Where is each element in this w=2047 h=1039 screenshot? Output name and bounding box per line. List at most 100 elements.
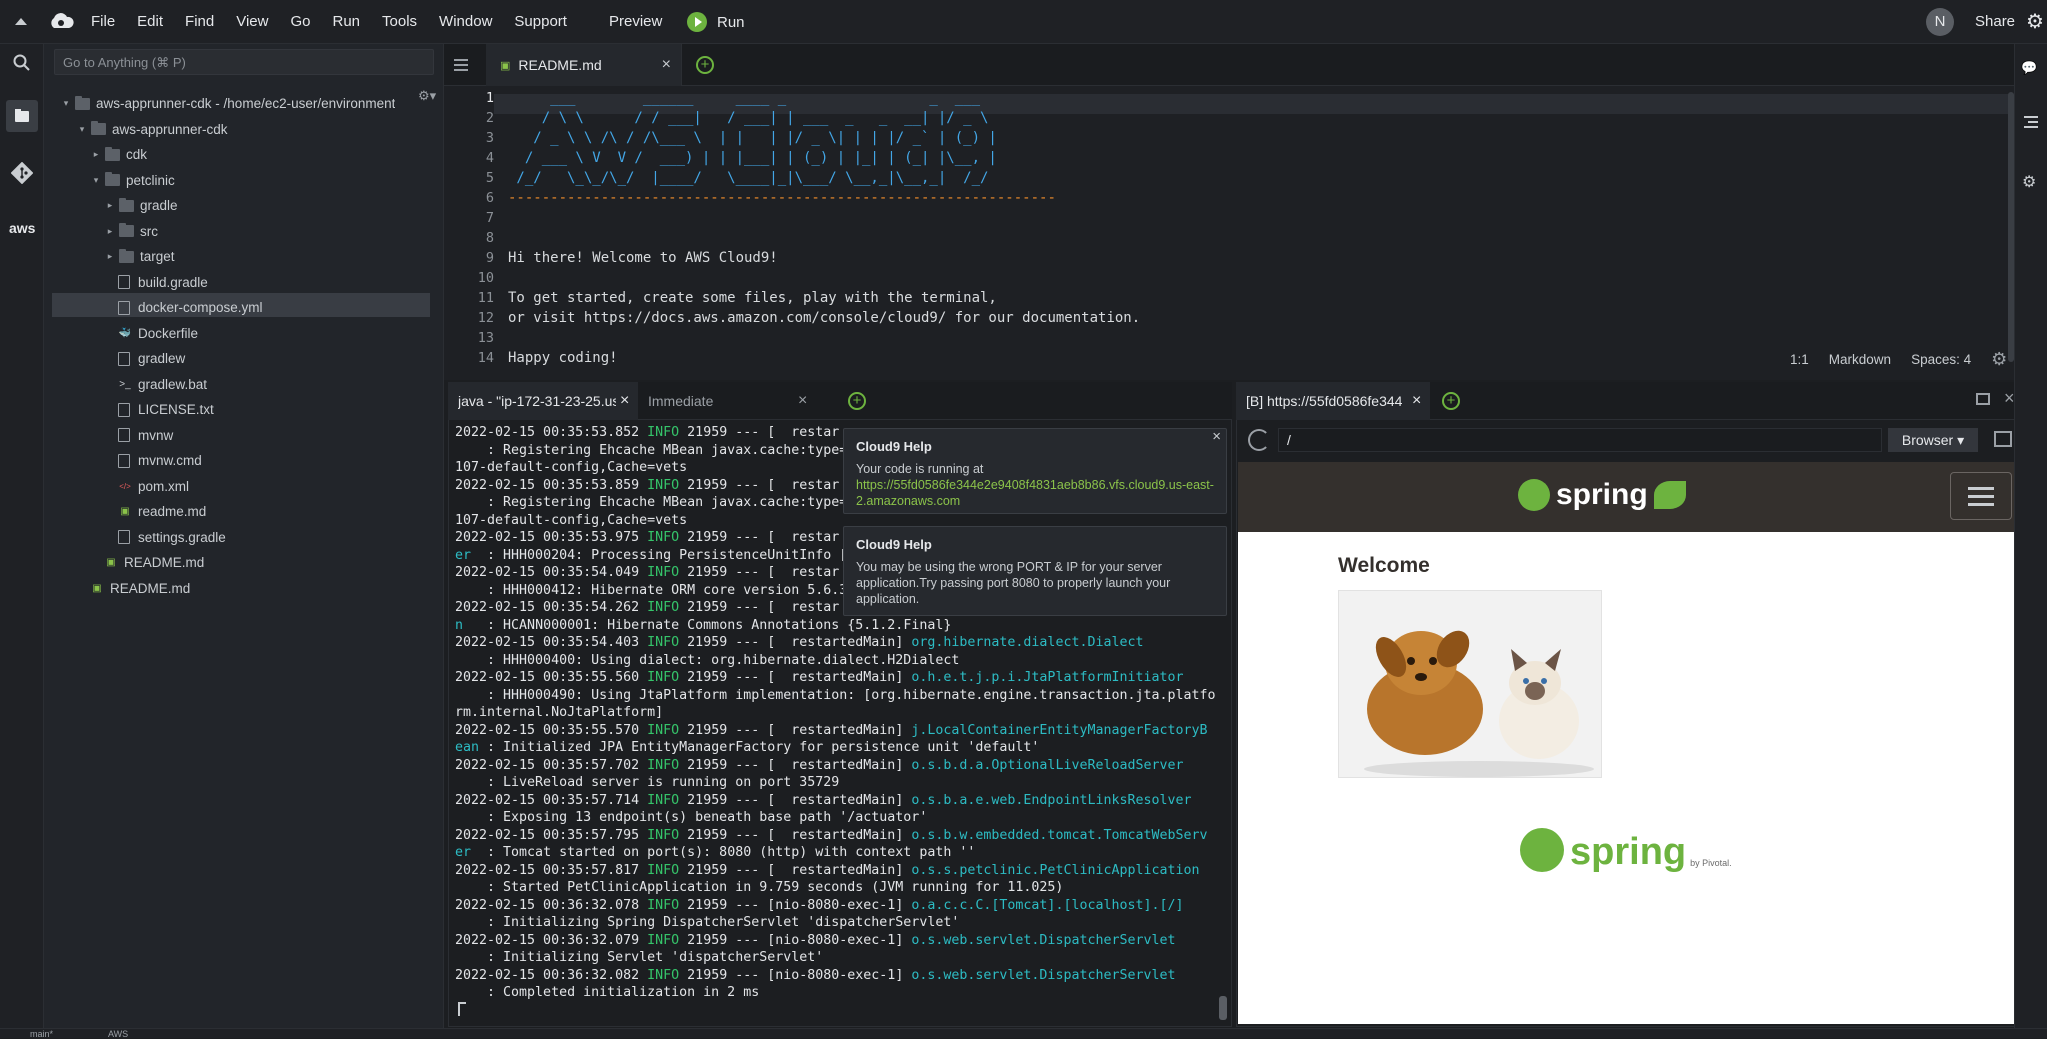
search-icon[interactable] — [13, 54, 31, 77]
tree-item[interactable]: ▾ aws-apprunner-cdk — [76, 117, 228, 142]
menu-window[interactable]: Window — [439, 13, 492, 30]
maximize-icon[interactable] — [1976, 393, 1990, 405]
spring-logo[interactable]: spring — [1518, 478, 1686, 512]
collaborate-icon[interactable]: 💬 — [2021, 60, 2037, 76]
terminal-log-line: 2022-02-15 00:35:57.714 INFO 21959 --- [… — [455, 792, 1215, 810]
tree-item[interactable]: ▸ cdk — [90, 142, 147, 167]
preview-button[interactable]: Preview — [609, 13, 662, 30]
share-button[interactable]: Share — [1975, 13, 2015, 30]
tree-item[interactable]: ▸ gradle — [104, 193, 178, 218]
chevron-right-icon[interactable]: ▸ — [104, 200, 116, 211]
log-class: o.a.c.c.C.[Tomcat].[localhost].[/] — [911, 897, 1184, 913]
cursor-position[interactable]: 1:1 — [1790, 352, 1809, 367]
chevron-right-icon[interactable]: ▸ — [104, 226, 116, 237]
environment-icon[interactable] — [6, 100, 38, 132]
menu-support[interactable]: Support — [514, 13, 567, 30]
tree-item[interactable]: settings.gradle — [104, 525, 226, 550]
tree-settings-gear-icon[interactable]: ⚙▾ — [418, 88, 436, 104]
refresh-icon[interactable] — [1248, 429, 1270, 451]
cloud9-logo-icon[interactable] — [48, 12, 74, 30]
avatar[interactable]: N — [1926, 8, 1954, 36]
menu-edit[interactable]: Edit — [137, 13, 163, 30]
run-button[interactable]: Run — [687, 12, 767, 32]
tree-item[interactable]: ▸ src — [104, 219, 158, 244]
tree-item[interactable]: docker-compose.yml — [104, 295, 263, 320]
log-class-continuation: er — [455, 845, 472, 860]
tab-readme[interactable]: ▣ README.md × — [486, 44, 682, 86]
close-tab-icon[interactable]: × — [798, 392, 807, 410]
chevron-down-icon[interactable]: ▾ — [60, 98, 72, 109]
close-tab-icon[interactable]: × — [620, 392, 629, 410]
terminal-scrollbar[interactable] — [1219, 996, 1227, 1020]
log-timestamp: 2022-02-15 00:35:57.817 — [455, 862, 640, 878]
navbar-toggle-button[interactable] — [1950, 472, 2012, 520]
debugger-icon[interactable]: ⚙ — [2022, 172, 2036, 192]
gear-icon[interactable]: ⚙ — [2026, 12, 2044, 32]
indent-setting[interactable]: Spaces: 4 — [1911, 352, 1971, 367]
tree-item[interactable]: ▣ README.md — [90, 550, 204, 575]
folder-icon — [105, 172, 120, 186]
tree-item[interactable]: </> pom.xml — [104, 474, 189, 499]
source-control-icon[interactable] — [10, 161, 34, 189]
editor-settings-gear-icon[interactable]: ⚙ — [1991, 349, 2007, 370]
chevron-down-icon[interactable]: ▾ — [76, 124, 88, 135]
chevron-right-icon[interactable]: ▸ — [90, 149, 102, 160]
pop-out-icon[interactable] — [1994, 431, 2012, 447]
tab-browser[interactable]: [B] https://55fd0586fe344 × — [1236, 382, 1430, 420]
chevron-right-icon[interactable]: ▸ — [104, 251, 116, 262]
help-title: Cloud9 Help — [856, 439, 932, 454]
tree-item-label: cdk — [126, 147, 148, 162]
menu-lines-icon[interactable] — [454, 59, 468, 71]
by-pivotal-text: by Pivotal. — [1690, 858, 1732, 868]
app-url-link[interactable]: https://55fd0586fe344e2e9408f4831aeb8b86… — [856, 478, 1214, 508]
chevron-down-icon[interactable]: ▾ — [90, 175, 102, 186]
close-popup-icon[interactable]: × — [1212, 429, 1221, 445]
tab-terminal-java[interactable]: java - "ip-172-31-23-25.us × — [448, 382, 638, 420]
tree-item[interactable]: >_ gradlew.bat — [104, 372, 207, 397]
close-tab-icon[interactable]: × — [1412, 392, 1421, 410]
tree-item[interactable]: ▣ readme.md — [104, 499, 206, 524]
log-class-continuation: n — [455, 617, 464, 633]
menu-go[interactable]: Go — [290, 13, 310, 30]
editor-status-bar: 1:1 Markdown Spaces: 4 ⚙ — [1790, 348, 2010, 370]
help-text: You may be using the wrong PORT & IP for… — [856, 560, 1171, 606]
markdown-file-icon: ▣ — [500, 59, 511, 72]
log-timestamp: 2022-02-15 00:35:53.975 — [455, 530, 640, 545]
menu-find[interactable]: Find — [185, 13, 214, 30]
tree-item-label: src — [140, 223, 158, 239]
tree-item[interactable]: mvnw.cmd — [104, 448, 202, 473]
browser-url-input[interactable]: / — [1278, 428, 1882, 452]
tree-item[interactable]: ▸ target — [104, 244, 175, 269]
tree-item[interactable]: ▣ README.md — [76, 576, 190, 601]
collapse-triangle-icon[interactable] — [15, 18, 27, 25]
tree-item[interactable]: LICENSE.txt — [104, 397, 214, 422]
log-class-continuation: ean — [455, 740, 480, 755]
tree-item[interactable]: ▾ petclinic — [90, 168, 175, 193]
tree-item[interactable]: mvnw — [104, 423, 173, 448]
outline-icon[interactable] — [2024, 116, 2038, 128]
add-tab-icon[interactable]: + — [848, 392, 866, 410]
menu-run[interactable]: Run — [332, 13, 360, 30]
browser-dropdown-button[interactable]: Browser ▾ — [1888, 428, 1978, 452]
terminal-log-line: n : HCANN000001: Hibernate Commons Annot… — [455, 617, 1215, 635]
goto-anything-input[interactable]: Go to Anything (⌘ P) — [54, 49, 434, 75]
tree-item[interactable]: 🐳 Dockerfile — [104, 321, 198, 346]
menu-tools[interactable]: Tools — [382, 13, 417, 30]
log-message-text: : HHH000204: Processing PersistenceUnitI… — [471, 547, 848, 563]
aws-icon[interactable]: aws — [9, 220, 35, 236]
tree-item[interactable]: build.gradle — [104, 270, 208, 295]
line-number-gutter: 1 2 3 4 5 6 7 8 9 10 11 12 13 14 — [444, 88, 494, 378]
menu-file[interactable]: File — [91, 13, 115, 30]
menu-view[interactable]: View — [236, 13, 268, 30]
tab-immediate[interactable]: Immediate × — [638, 382, 818, 420]
syntax-mode[interactable]: Markdown — [1829, 352, 1891, 367]
close-pane-icon[interactable]: × — [2004, 388, 2015, 409]
add-tab-icon[interactable]: + — [1442, 392, 1460, 410]
tree-item[interactable]: ▾ aws-apprunner-cdk - /home/ec2-user/envi… — [60, 91, 395, 116]
close-tab-icon[interactable]: × — [662, 56, 671, 74]
code-area[interactable]: ___ ______ ____ _ _ ___ / \ \ / / ___| /… — [508, 88, 1988, 378]
tree-item[interactable]: gradlew — [104, 346, 185, 371]
terminal-file-icon: >_ — [119, 378, 131, 390]
tree-item-label: Dockerfile — [138, 325, 199, 341]
add-tab-icon[interactable]: + — [696, 56, 714, 74]
